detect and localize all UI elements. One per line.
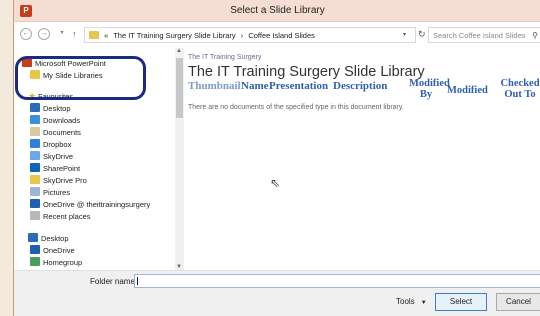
tools-menu-button[interactable]: Tools ▼ xyxy=(396,297,427,306)
column-header-presentation[interactable]: Presentation xyxy=(269,81,328,92)
nav-item-desktop-root[interactable]: Desktop xyxy=(28,233,69,244)
nav-item-skydrive-pro[interactable]: SkyDrive Pro xyxy=(30,175,87,186)
nav-item-onedrive-theittrainingsurgery[interactable]: OneDrive @ theittrainingsurgery xyxy=(30,199,150,210)
column-header-modified-by[interactable]: Modified By xyxy=(409,78,450,100)
scrollbar-thumb[interactable] xyxy=(176,58,183,118)
nav-item-documents[interactable]: Documents xyxy=(30,127,81,138)
downloads-icon xyxy=(30,115,40,124)
nav-item-downloads[interactable]: Downloads xyxy=(30,115,80,126)
cancel-button[interactable]: Cancel xyxy=(496,293,540,311)
back-arrow-icon[interactable]: ← xyxy=(20,28,32,40)
content-pane: The IT Training Surgery The IT Training … xyxy=(186,48,540,270)
column-header-modified[interactable]: Modified xyxy=(447,85,488,96)
desktop-icon xyxy=(28,233,38,242)
recent-locations-dropdown-icon[interactable]: ▾ xyxy=(56,28,68,40)
breadcrumb-overflow[interactable]: « xyxy=(104,31,108,40)
nav-item-onedrive[interactable]: OneDrive xyxy=(30,245,75,256)
recent-places-icon xyxy=(30,211,40,220)
select-button[interactable]: Select xyxy=(435,293,487,311)
select-slide-library-dialog: P Select a Slide Library ← → ▾ ↑ « The I… xyxy=(13,0,540,316)
breadcrumb-item-library[interactable]: The IT Training Surgery Slide Library xyxy=(113,31,235,40)
library-title: The IT Training Surgery Slide Library xyxy=(188,64,425,80)
search-icon: ⚲ xyxy=(532,31,538,40)
nav-item-homegroup[interactable]: Homegroup xyxy=(30,257,82,268)
mouse-pointer-icon: ⇖ xyxy=(270,176,281,190)
tools-label: Tools xyxy=(396,297,415,306)
nav-item-recent-places[interactable]: Recent places xyxy=(30,211,91,222)
column-header-checked-out-to[interactable]: Checked Out To xyxy=(499,78,540,100)
refresh-icon[interactable]: ↻ xyxy=(418,29,426,40)
nav-item-dropbox[interactable]: Dropbox xyxy=(30,139,71,150)
dialog-title: Select a Slide Library xyxy=(230,5,325,16)
text-caret xyxy=(137,277,138,285)
empty-library-message: There are no documents of the specified … xyxy=(188,104,404,111)
navigation-scrollbar[interactable]: ▲ ▼ xyxy=(175,48,184,270)
folder-name-input[interactable] xyxy=(134,274,540,288)
nav-item-desktop[interactable]: Desktop xyxy=(30,103,71,114)
skydrive-pro-icon xyxy=(30,175,40,184)
folder-icon xyxy=(89,31,99,39)
breadcrumb[interactable]: « The IT Training Surgery Slide Library … xyxy=(84,27,416,43)
breadcrumb-item-folder[interactable]: Coffee Island Slides xyxy=(248,31,315,40)
column-header-thumbnail[interactable]: Thumbnail xyxy=(188,81,241,92)
sharepoint-icon xyxy=(30,163,40,172)
column-header-description[interactable]: Description xyxy=(333,81,387,92)
folder-name-label: Folder name: xyxy=(90,277,138,286)
up-arrow-icon[interactable]: ↑ xyxy=(72,29,77,39)
address-bar: ← → ▾ ↑ « The IT Training Surgery Slide … xyxy=(14,24,540,46)
nav-item-skydrive[interactable]: SkyDrive xyxy=(30,151,73,162)
search-input[interactable]: Search Coffee Island Slides ⚲ xyxy=(428,27,540,43)
dropbox-icon xyxy=(30,139,40,148)
desktop-icon xyxy=(30,103,40,112)
dialog-footer: Folder name: Tools ▼ Select Cancel xyxy=(14,270,540,316)
scroll-up-icon[interactable]: ▲ xyxy=(176,48,182,54)
homegroup-icon xyxy=(30,257,40,266)
column-header-name[interactable]: Name xyxy=(241,81,269,92)
address-dropdown-icon[interactable]: ▾ xyxy=(403,31,406,38)
nav-item-pictures[interactable]: Pictures xyxy=(30,187,70,198)
site-name[interactable]: The IT Training Surgery xyxy=(188,54,261,61)
documents-icon xyxy=(30,127,40,136)
search-placeholder: Search Coffee Island Slides xyxy=(433,31,526,40)
title-bar: P Select a Slide Library xyxy=(14,0,540,22)
navigation-pane: Microsoft PowerPoint My Slide Libraries … xyxy=(14,48,184,270)
chevron-down-icon: ▼ xyxy=(420,300,427,306)
onedrive-icon xyxy=(30,199,40,208)
annotation-highlight-ring xyxy=(15,56,146,100)
skydrive-icon xyxy=(30,151,40,160)
forward-arrow-icon[interactable]: → xyxy=(38,28,50,40)
pictures-icon xyxy=(30,187,40,196)
nav-item-sharepoint[interactable]: SharePoint xyxy=(30,163,80,174)
breadcrumb-separator: › xyxy=(240,31,244,40)
onedrive-icon xyxy=(30,245,40,254)
